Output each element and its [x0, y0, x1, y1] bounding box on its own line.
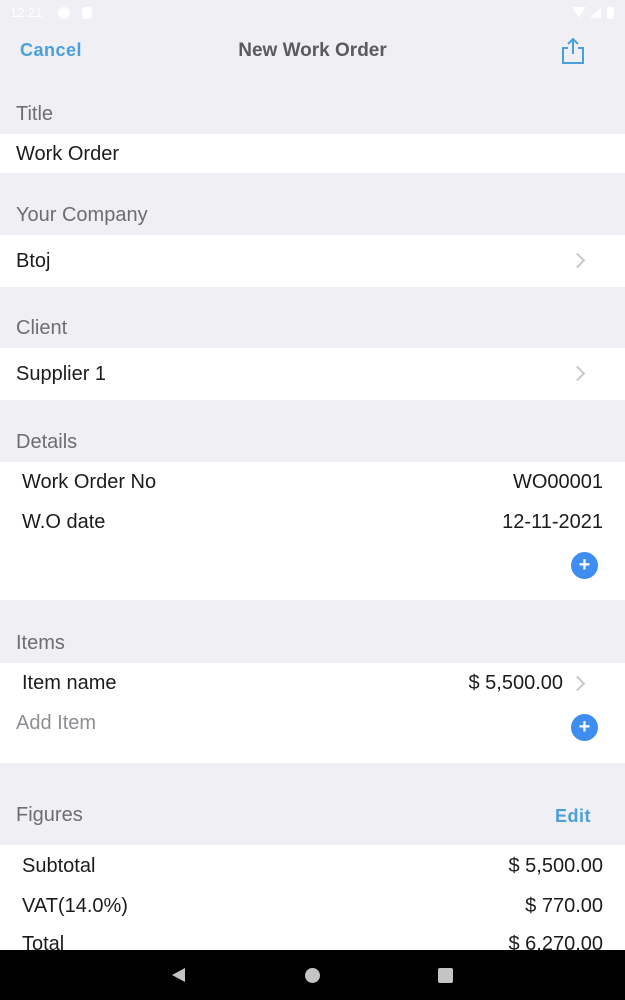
chevron-right-icon: [569, 675, 586, 692]
client-row[interactable]: Supplier 1: [0, 348, 625, 400]
share-icon[interactable]: [560, 36, 586, 66]
sd-card-icon: [82, 7, 92, 19]
signal-icon: [590, 7, 601, 18]
vat-value: $ 770.00: [525, 895, 603, 917]
wo-date-value[interactable]: 12-11-2021: [502, 511, 603, 534]
title-section-label: Title: [16, 103, 54, 125]
details-section-label: Details: [16, 431, 78, 453]
title-value: Work Order: [16, 143, 119, 165]
battery-icon: [607, 7, 614, 19]
work-order-no-label: Work Order No: [22, 471, 157, 493]
figures-card: Subtotal $ 5,500.00 VAT(14.0%) $ 770.00 …: [0, 845, 625, 955]
notification-icon: [58, 7, 70, 19]
add-item-button[interactable]: +: [571, 714, 598, 741]
title-field[interactable]: Work Order: [0, 134, 625, 173]
work-order-no-value[interactable]: WO00001: [513, 471, 603, 494]
items-section-label: Items: [16, 632, 65, 654]
add-item-label[interactable]: Add Item: [16, 712, 96, 735]
client-section-label: Client: [16, 317, 68, 339]
subtotal-label: Subtotal: [22, 855, 96, 877]
company-section-label: Your Company: [16, 204, 148, 226]
wifi-icon: [572, 7, 586, 18]
chevron-right-icon: [569, 365, 586, 382]
add-detail-button[interactable]: +: [571, 552, 598, 579]
subtotal-value: $ 5,500.00: [508, 855, 603, 877]
items-card: Item name $ 5,500.00 Add Item +: [0, 663, 625, 763]
details-card: Work Order No WO00001 W.O date 12-11-202…: [0, 462, 625, 600]
page-title: New Work Order: [238, 40, 387, 61]
back-icon[interactable]: [172, 968, 185, 982]
item-name: Item name: [22, 672, 117, 694]
nav-bar: Cancel New Work Order: [0, 26, 625, 76]
status-bar: 12:21: [0, 0, 625, 26]
client-value: Supplier 1: [16, 363, 107, 385]
system-nav-bar: [0, 950, 625, 1000]
company-value: Btoj: [16, 250, 51, 272]
chevron-right-icon: [569, 252, 586, 269]
company-row[interactable]: Btoj: [0, 235, 625, 287]
home-icon[interactable]: [305, 968, 320, 983]
status-time: 12:21: [10, 5, 43, 20]
item-price: $ 5,500.00: [468, 672, 563, 694]
wo-date-label: W.O date: [22, 511, 106, 533]
vat-label: VAT(14.0%): [22, 895, 128, 917]
work-order-screen: 12:21 Cancel New Work Order Title Work O…: [0, 0, 625, 1000]
edit-figures-button[interactable]: Edit: [555, 806, 591, 827]
recent-apps-icon[interactable]: [438, 968, 453, 983]
figures-section-label: Figures: [16, 804, 83, 826]
